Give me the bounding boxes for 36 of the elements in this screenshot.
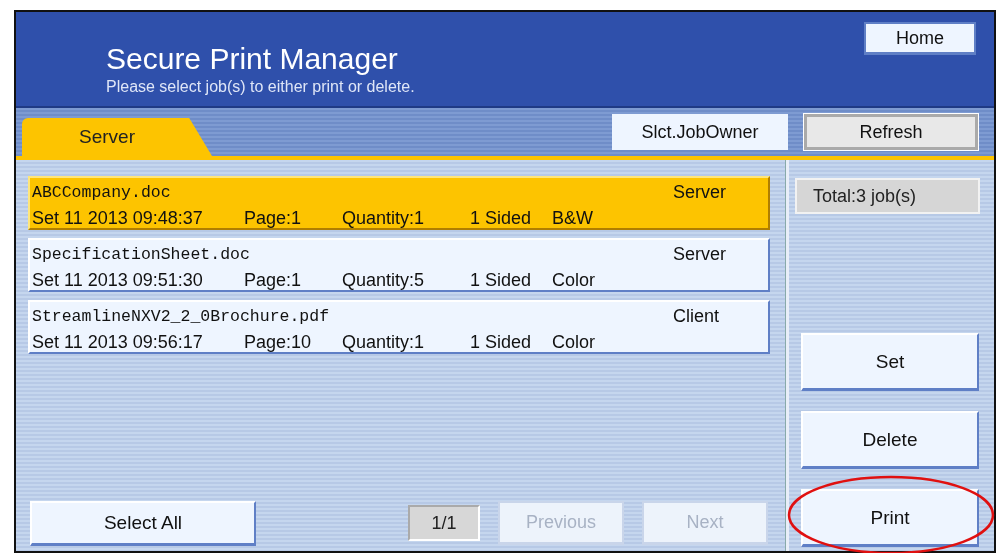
job-date: Set 11 2013 09:51:30 [32,269,204,291]
job-source: Client [673,305,721,327]
color-mode: Color [552,269,595,291]
color-mode: Color [552,331,595,353]
screen-title: Secure Print Manager [106,42,399,76]
file-name: SpecificationSheet.doc [32,244,251,264]
file-name: ABCCompany.doc [32,182,172,202]
sides: 1 Sided [470,269,533,291]
page-indicator: 1/1 [408,505,480,541]
job-date: Set 11 2013 09:48:37 [32,207,204,229]
job-row[interactable]: StreamlineNXV2_2_0Brochure.pdf Client Set 11 2013 09:56:17 Page:10 Quantity:1 1 Sided Color [28,300,770,354]
page-count: Page:1 [244,269,303,291]
file-name: StreamlineNXV2_2_0Brochure.pdf [32,306,331,326]
quantity: Quantity:5 [342,269,426,291]
page-count: Page:10 [244,331,313,353]
quantity: Quantity:1 [342,207,426,229]
job-source: Server [673,243,727,265]
total-count: Total:3 job(s) [795,178,980,214]
tab[interactable]: Server [22,118,212,156]
owner-button[interactable]: Slct.JobOwner [612,114,788,150]
color-mode: B&W [552,207,593,229]
refresh-button[interactable]: Refresh [804,114,978,150]
sides: 1 Sided [470,207,533,229]
quantity: Quantity:1 [342,331,426,353]
job-row[interactable]: ABCCompany.doc Server Set 11 2013 09:48:37 Page:1 Quantity:1 1 Sided B&W [28,176,770,230]
home-button[interactable]: Home [864,22,976,55]
action-button[interactable]: Print [801,489,979,547]
sides: 1 Sided [470,331,533,353]
job-row[interactable]: SpecificationSheet.doc Server Set 11 2013 09:51:30 Page:1 Quantity:5 1 Sided Color [28,238,770,292]
job-date: Set 11 2013 09:56:17 [32,331,204,353]
page-count: Page:1 [244,207,303,229]
job-source: Server [673,181,727,203]
instruction-text: Please select job(s) to either print or delete. [106,77,415,97]
select-all-button[interactable]: Select All [30,500,256,546]
action-button[interactable]: Set [801,333,979,391]
action-button[interactable]: Delete [801,411,979,469]
